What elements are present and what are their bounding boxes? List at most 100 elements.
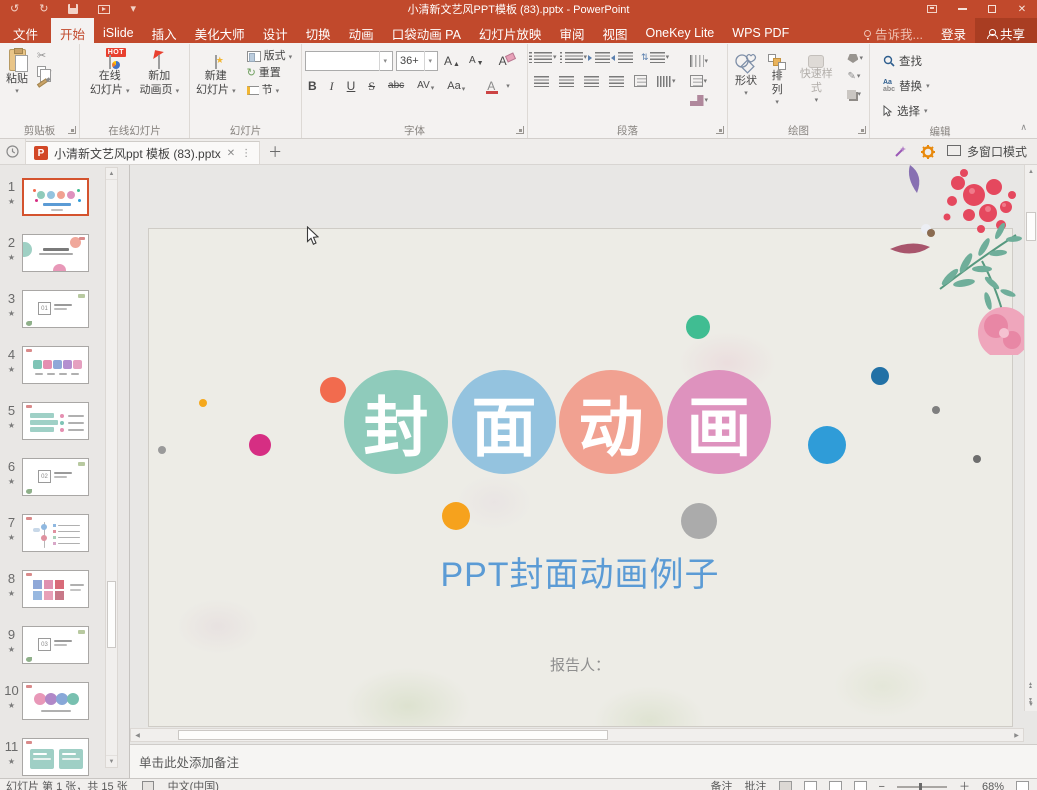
cover-badge[interactable]: 面 (452, 370, 556, 474)
columns-button[interactable]: ▾ (654, 74, 679, 89)
vertical-scrollbar[interactable]: ▲ ▼ (1024, 165, 1037, 711)
recent-documents-button[interactable] (0, 139, 26, 164)
fit-to-window-button[interactable] (1016, 781, 1029, 790)
justify-button[interactable] (606, 74, 627, 89)
normal-view-button[interactable] (779, 781, 792, 790)
copy-button[interactable]: ▾ (37, 66, 52, 77)
text-direction-button[interactable]: ▾ (687, 53, 712, 69)
share-button[interactable]: 共享 (975, 18, 1037, 43)
notes-pane[interactable]: 单击此处添加备注 (130, 744, 1037, 778)
shape-outline-button[interactable]: ✎▾ (844, 69, 866, 84)
slide-title-text[interactable]: PPT封面动画例子 (260, 547, 900, 596)
close-tab-icon[interactable]: ✕ (227, 148, 235, 159)
subscript-abc-button[interactable]: abc (385, 79, 407, 93)
save-icon[interactable] (68, 4, 78, 14)
zoom-slider[interactable] (897, 786, 947, 788)
tab-menu-icon[interactable]: ⋮ (241, 148, 251, 159)
change-case-button[interactable]: Aa▾ (444, 79, 468, 94)
tell-me-box[interactable]: 告诉我... (855, 18, 932, 43)
cover-badge[interactable]: 动 (559, 370, 663, 474)
decor-dot[interactable] (320, 377, 346, 403)
shape-effects-button[interactable]: ▾ (844, 88, 866, 101)
distribute-button[interactable] (631, 73, 650, 89)
zoom-in-icon[interactable]: ＋ (959, 780, 970, 790)
drawing-dialog-launcher[interactable] (858, 126, 866, 134)
decor-dot[interactable] (808, 426, 846, 464)
tab-insert[interactable]: 插入 (143, 18, 186, 43)
numbering-button[interactable]: ▾ (562, 50, 591, 65)
tab-islide[interactable]: iSlide (94, 18, 143, 43)
bullets-button[interactable]: ▾ (531, 50, 560, 65)
slide-sorter-view-button[interactable] (804, 781, 817, 790)
thumbnail-scroll-up-icon[interactable]: ▲ (106, 168, 117, 180)
italic-button[interactable]: I (327, 78, 337, 94)
slideshow-view-button[interactable] (854, 781, 867, 790)
tab-view[interactable]: 视图 (593, 18, 636, 43)
character-spacing-button[interactable]: AV▾ (414, 79, 437, 93)
decor-dot[interactable] (932, 406, 940, 414)
thumbnail-scrollbar-thumb[interactable] (107, 581, 116, 648)
select-button[interactable]: 选择 ▾ (881, 101, 930, 121)
reading-view-button[interactable] (829, 781, 842, 790)
decor-dot[interactable] (158, 446, 166, 454)
increase-font-button[interactable]: A▲ (441, 53, 463, 69)
flower-decoration[interactable] (884, 165, 1024, 355)
document-tab[interactable]: 小清新文艺风ppt 模板 (83).pptx ✕ ⋮ (26, 141, 260, 164)
customize-quick-access-icon[interactable]: ▾ (130, 4, 136, 15)
find-button[interactable]: 查找 (881, 51, 924, 71)
tab-meihua-dashi[interactable]: 美化大师 (186, 18, 254, 43)
increase-indent-button[interactable] (615, 50, 636, 65)
zoom-percentage[interactable]: 68% (982, 780, 1004, 790)
restore-button[interactable] (977, 0, 1007, 18)
next-slide-button[interactable]: ▼▼ (1024, 695, 1037, 709)
convert-smartart-button[interactable]: ▾ (687, 93, 712, 108)
shapes-button[interactable]: 形状 ▾ (731, 47, 761, 99)
decor-dot[interactable] (199, 399, 207, 407)
ribbon-display-options-button[interactable] (917, 0, 947, 18)
cut-button[interactable]: ✂ (37, 51, 52, 62)
decor-dot[interactable] (871, 367, 889, 385)
font-dialog-launcher[interactable] (516, 126, 524, 134)
presenter-text[interactable]: 报告人： (460, 654, 700, 675)
start-slideshow-icon[interactable] (98, 5, 110, 14)
redo-icon[interactable]: ↻ (39, 4, 48, 15)
font-color-button[interactable]: A (483, 78, 499, 94)
comments-toggle-button[interactable]: 批注 (745, 780, 767, 790)
tab-design[interactable]: 设计 (254, 18, 297, 43)
layout-button[interactable]: 版式▾ (245, 50, 295, 63)
align-center-button[interactable] (556, 74, 577, 89)
decor-dot[interactable] (249, 434, 271, 456)
scroll-right-icon[interactable]: ▶ (1010, 729, 1023, 741)
tab-file[interactable]: 文件 (0, 18, 51, 43)
accessibility-icon[interactable] (142, 781, 154, 790)
replace-button[interactable]: Aaabc 替换 ▾ (881, 76, 932, 96)
cover-badge[interactable]: 封 (344, 370, 448, 474)
paste-button[interactable]: 粘贴 ▾ (3, 47, 31, 97)
tab-transitions[interactable]: 切换 (297, 18, 340, 43)
new-tab-button[interactable]: ＋ (260, 139, 290, 164)
collapse-ribbon-icon[interactable]: ∧ (1020, 122, 1027, 133)
thumbnail-scroll-down-icon[interactable]: ▼ (106, 755, 117, 767)
clear-formatting-button[interactable]: A (496, 53, 510, 69)
tab-home[interactable]: 开始 (51, 18, 94, 43)
online-slides-button[interactable]: HOT 在线 幻灯片 ▾ (87, 47, 133, 99)
shape-fill-button[interactable]: ▾ (844, 52, 866, 65)
decor-dot[interactable] (681, 503, 717, 539)
decor-dot[interactable] (686, 315, 710, 339)
notes-toggle-button[interactable]: 备注 (711, 780, 733, 790)
line-spacing-button[interactable]: ⇅▾ (638, 50, 672, 65)
decor-dot[interactable] (442, 502, 470, 530)
strikethrough-button[interactable]: S (365, 78, 378, 94)
multi-window-mode-button[interactable]: 多窗口模式 (949, 143, 1027, 160)
tab-slideshow[interactable]: 幻灯片放映 (470, 18, 551, 43)
zoom-out-icon[interactable]: − (879, 780, 885, 790)
minimize-button[interactable] (947, 0, 977, 18)
gear-icon[interactable] (921, 145, 935, 159)
section-button[interactable]: 节▾ (245, 84, 295, 97)
quick-styles-button[interactable]: 快速样式 ▾ (793, 47, 839, 106)
language-status[interactable]: 中文(中国) (168, 780, 219, 790)
tab-onekey-lite[interactable]: OneKey Lite (636, 18, 723, 43)
thumbnail-scrollbar[interactable]: ▲ ▼ (105, 167, 118, 768)
tab-koudai-donghua[interactable]: 口袋动画 PA (383, 18, 470, 43)
tab-animations[interactable]: 动画 (340, 18, 383, 43)
